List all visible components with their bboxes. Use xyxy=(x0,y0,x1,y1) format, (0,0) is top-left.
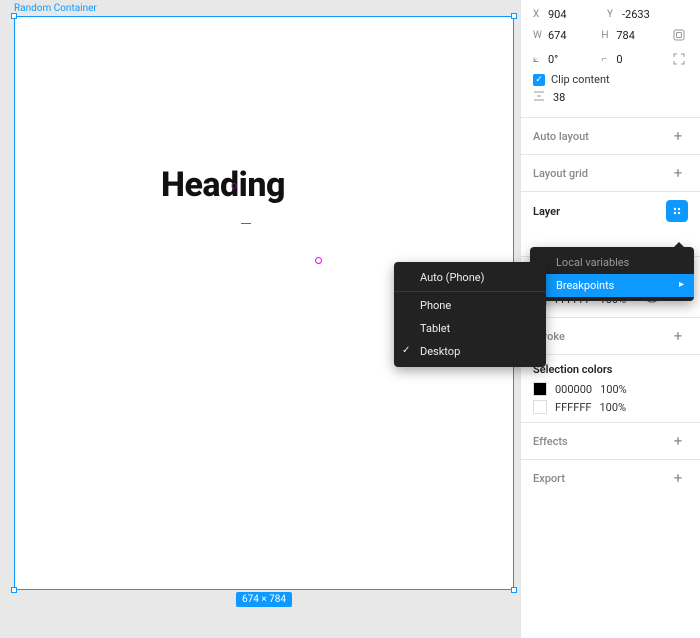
corner-radius-icon: ⌐ xyxy=(601,54,613,65)
w-value: 674 xyxy=(548,29,567,42)
layer-style-button[interactable] xyxy=(666,200,688,222)
menu-separator xyxy=(394,291,546,292)
annotation-line-icon xyxy=(241,223,251,224)
effects-section[interactable]: Effects + xyxy=(521,423,700,460)
resize-handle-bl[interactable] xyxy=(11,587,17,593)
resize-handle-tr[interactable] xyxy=(511,13,517,19)
clip-content-label: Clip content xyxy=(551,73,610,86)
layout-grid-section[interactable]: Layout grid + xyxy=(521,155,700,192)
add-effect-button[interactable]: + xyxy=(668,431,688,451)
inspector-panel: X 904 Y -2633 W 674 H 784 ⟀ 0 xyxy=(520,0,700,638)
rotation-icon: ⟀ xyxy=(533,54,545,65)
corner-radius-value: 0 xyxy=(616,53,622,66)
vertical-spacing-field[interactable]: 38 xyxy=(533,90,688,105)
auto-layout-section[interactable]: Auto layout + xyxy=(521,118,700,155)
y-field[interactable]: Y -2633 xyxy=(607,8,675,21)
dimensions-badge: 674 × 784 xyxy=(236,592,292,607)
add-stroke-button[interactable]: + xyxy=(668,326,688,346)
selection-colors-title: Selection colors xyxy=(533,363,688,376)
x-label: X xyxy=(533,9,545,20)
w-label: W xyxy=(533,30,545,41)
rotation-value: 0° xyxy=(548,53,558,66)
w-field[interactable]: W 674 xyxy=(533,29,595,42)
y-value: -2633 xyxy=(622,8,650,21)
annotation-circle-icon xyxy=(315,257,322,264)
selection-color-opacity: 100% xyxy=(600,383,627,396)
export-section[interactable]: Export + xyxy=(521,460,700,496)
auto-layout-label: Auto layout xyxy=(533,130,589,143)
annotation-dot-icon xyxy=(231,183,237,189)
menu-arrow-icon xyxy=(674,242,684,247)
vertical-spacing-icon xyxy=(533,90,547,105)
corner-radius-field[interactable]: ⌐ 0 xyxy=(601,53,663,66)
selection-color-swatch[interactable] xyxy=(533,382,547,396)
selection-color-hex: FFFFFF xyxy=(555,401,591,414)
selection-color-row[interactable]: 000000 100% xyxy=(533,382,688,396)
variables-menu[interactable]: Local variables Breakpoints xyxy=(530,247,694,301)
h-field[interactable]: H 784 xyxy=(601,29,663,42)
rotation-field[interactable]: ⟀ 0° xyxy=(533,53,595,66)
add-layout-grid-button[interactable]: + xyxy=(668,163,688,183)
add-auto-layout-button[interactable]: + xyxy=(668,126,688,146)
clip-content-row[interactable]: ✓ Clip content xyxy=(533,73,688,86)
transform-section: X 904 Y -2633 W 674 H 784 ⟀ 0 xyxy=(521,0,700,118)
stroke-section[interactable]: Stroke + xyxy=(521,318,700,355)
menu-item-breakpoints[interactable]: Breakpoints xyxy=(530,274,694,297)
selection-color-row[interactable]: FFFFFF 100% xyxy=(533,400,688,414)
h-label: H xyxy=(601,30,613,41)
menu-item-tablet[interactable]: Tablet xyxy=(394,317,546,340)
layer-title: Layer xyxy=(533,205,560,218)
independent-corners-icon[interactable] xyxy=(670,49,688,69)
breakpoints-menu[interactable]: Auto (Phone) Phone Tablet Desktop xyxy=(394,262,546,367)
resize-handle-tl[interactable] xyxy=(11,13,17,19)
x-field[interactable]: X 904 xyxy=(533,8,601,21)
menu-item-phone[interactable]: Phone xyxy=(394,294,546,317)
h-value: 784 xyxy=(616,29,635,42)
constrain-proportions-icon[interactable] xyxy=(670,25,688,45)
selection-color-hex: 000000 xyxy=(555,383,592,396)
selection-color-opacity: 100% xyxy=(599,401,626,414)
menu-item-local-variables[interactable]: Local variables xyxy=(530,251,694,274)
selection-color-swatch[interactable] xyxy=(533,400,547,414)
selection-colors-section: Selection colors 000000 100% FFFFFF 100% xyxy=(521,355,700,423)
menu-item-auto-phone[interactable]: Auto (Phone) xyxy=(394,266,546,289)
y-label: Y xyxy=(607,9,619,20)
effects-label: Effects xyxy=(533,435,568,448)
menu-item-desktop[interactable]: Desktop xyxy=(394,340,546,363)
clip-content-checkbox[interactable]: ✓ xyxy=(533,74,545,86)
frame-label: Random Container xyxy=(14,3,97,14)
heading-text: Heading xyxy=(161,165,285,205)
resize-handle-br[interactable] xyxy=(511,587,517,593)
layout-grid-label: Layout grid xyxy=(533,167,588,180)
x-value: 904 xyxy=(548,8,567,21)
vertical-spacing-value: 38 xyxy=(553,91,565,104)
export-label: Export xyxy=(533,472,565,485)
add-export-button[interactable]: + xyxy=(668,468,688,488)
